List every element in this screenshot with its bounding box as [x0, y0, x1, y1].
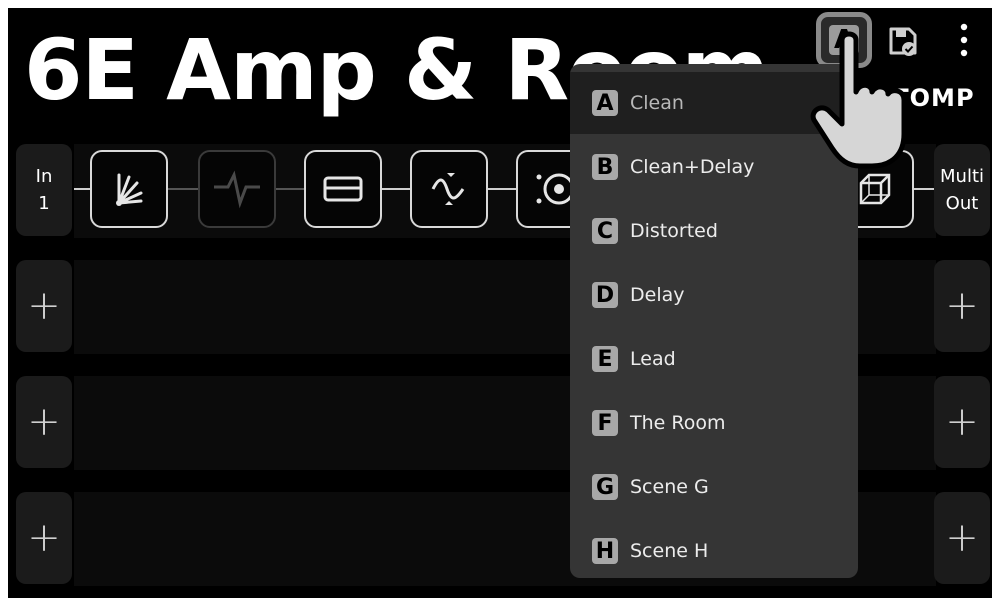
cube-room-icon [859, 173, 891, 205]
add-input-button[interactable]: + [16, 376, 72, 468]
output-line2: Out [945, 193, 979, 214]
add-output-button[interactable]: + [934, 492, 990, 584]
scene-option-label: Distorted [630, 220, 718, 242]
scene-option-label: Lead [630, 348, 676, 370]
input-label: In 1 [36, 163, 53, 217]
input-line2: 1 [38, 193, 50, 214]
chain-connector [276, 188, 306, 190]
scene-option-g[interactable]: G Scene G [570, 456, 858, 518]
scene-letter-badge: E [592, 346, 618, 372]
add-output-button[interactable]: + [934, 260, 990, 352]
chain-connector [914, 188, 934, 190]
app-screen: 6E Amp & Room A STOMP In 1 + + + [8, 8, 992, 598]
pointing-hand-icon [810, 31, 907, 169]
add-output-button[interactable]: + [934, 376, 990, 468]
chain-connector [488, 188, 518, 190]
input-line1: In [35, 166, 53, 187]
scene-letter-badge: B [592, 154, 618, 180]
scene-option-label: Scene H [630, 540, 709, 562]
add-input-button[interactable]: + [16, 492, 72, 584]
gate-block[interactable] [198, 150, 276, 228]
scene-letter-badge: C [592, 218, 618, 244]
scene-letter-badge: D [592, 282, 618, 308]
output-line1: Multi [940, 166, 984, 187]
amp-rect-icon [323, 176, 363, 202]
input-block[interactable]: In 1 [16, 144, 72, 236]
scene-option-label: Scene G [630, 476, 709, 498]
scene-option-label: The Room [630, 412, 726, 434]
add-input-button[interactable]: + [16, 260, 72, 352]
output-label: Multi Out [940, 163, 984, 217]
scene-option-c[interactable]: C Distorted [570, 200, 858, 262]
gate-wave-icon [214, 170, 260, 209]
scene-option-e[interactable]: E Lead [570, 328, 858, 390]
output-block[interactable]: Multi Out [934, 144, 990, 236]
scene-option-label: Clean+Delay [630, 156, 755, 178]
compressor-fan-icon [116, 173, 143, 206]
scene-letter-badge: F [592, 410, 618, 436]
scene-option-d[interactable]: D Delay [570, 264, 858, 326]
chain-connector [74, 188, 90, 190]
modulation-block[interactable] [410, 150, 488, 228]
compressor-block[interactable] [90, 150, 168, 228]
amp-block[interactable] [304, 150, 382, 228]
scene-option-label: Clean [630, 92, 684, 114]
scene-letter-badge: G [592, 474, 618, 500]
scene-option-h[interactable]: H Scene H [570, 520, 858, 578]
modulation-wave-icon [431, 173, 465, 205]
more-menu-icon[interactable] [958, 22, 970, 62]
scene-letter-badge: H [592, 538, 618, 564]
scene-letter-badge: A [592, 90, 618, 116]
chain-connector [168, 188, 200, 190]
scene-option-f[interactable]: F The Room [570, 392, 858, 454]
scene-option-label: Delay [630, 284, 685, 306]
chain-connector [382, 188, 412, 190]
